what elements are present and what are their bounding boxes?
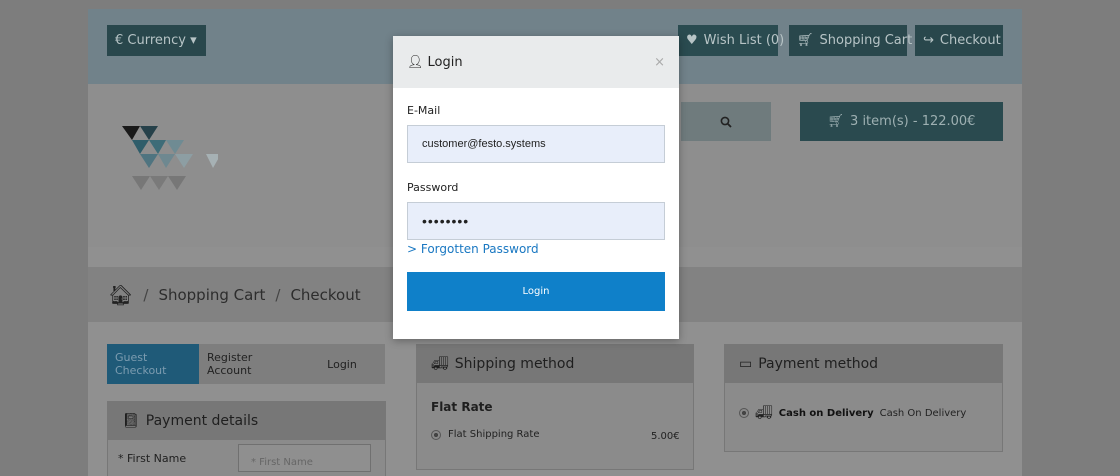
checkout-tabs: Guest Checkout Register Account Login [107, 344, 385, 384]
cart-icon: 🛒︎ [827, 114, 845, 129]
tab-login[interactable]: Login [299, 344, 385, 384]
payment-details-title: Payment details [145, 413, 259, 429]
search-button[interactable] [681, 102, 771, 141]
user-icon: 👤︎ [407, 54, 424, 70]
book-icon: 📓︎ [122, 413, 140, 429]
cart-icon: 🛒︎ [797, 33, 814, 48]
shipping-method-panel: 🚚︎ Shipping method Flat Rate Flat Shippi… [416, 344, 694, 470]
credit-card-icon: ▭ [739, 356, 753, 372]
shopping-cart-button[interactable]: 🛒︎ Shopping Cart [789, 25, 912, 56]
shipping-option-price: 5.00€ [651, 431, 680, 442]
truck-icon: 🚚︎ [431, 356, 449, 372]
shopping-cart-label: Shopping Cart [819, 33, 913, 48]
login-title: Login [427, 54, 463, 70]
heart-icon: ♥ [686, 33, 698, 48]
cart-summary: 3 item(s) - 122.00€ [850, 114, 976, 129]
shipping-method-title: Shipping method [454, 356, 575, 372]
forgotten-password-link[interactable]: > Forgotten Password [407, 242, 539, 256]
checkout-label: Checkout [939, 33, 1001, 48]
breadcrumb-item-shopping-cart[interactable]: Shopping Cart [158, 286, 265, 304]
shipping-option-label: Flat Shipping Rate [448, 429, 540, 440]
payment-option[interactable]: 🚚︎ Cash on Delivery Cash On Delivery [739, 405, 966, 421]
password-label: Password [407, 181, 459, 194]
cash-on-delivery-logo-text: Cash on Delivery [778, 407, 874, 419]
password-field[interactable] [407, 202, 665, 240]
currency-label: € Currency ▾ [115, 33, 197, 48]
shipping-option[interactable]: Flat Shipping Rate [431, 429, 540, 440]
payment-method-header: ▭ Payment method [725, 345, 1002, 383]
tab-register-account[interactable]: Register Account [199, 344, 299, 384]
wishlist-label: Wish List (0) [703, 33, 785, 48]
payment-method-title: Payment method [758, 356, 879, 372]
first-name-label: * First Name [118, 452, 187, 465]
login-modal: 👤︎ Login × E-Mail Password > Forgotten P… [393, 36, 679, 339]
login-button[interactable]: Login [407, 272, 665, 311]
payment-details-header: 📓︎ Payment details [108, 402, 385, 440]
search-icon [720, 116, 732, 128]
breadcrumb-separator: / [275, 285, 281, 304]
radio-selected-icon[interactable] [739, 408, 749, 418]
cart-summary-button[interactable]: 🛒︎ 3 item(s) - 122.00€ [800, 102, 1003, 141]
shipping-method-header: 🚚︎ Shipping method [417, 345, 693, 383]
payment-method-panel: ▭ Payment method 🚚︎ Cash on Delivery Cas… [724, 344, 1003, 452]
first-name-input[interactable]: * First Name [238, 444, 371, 472]
home-icon[interactable]: 🏠︎ [108, 283, 133, 307]
breadcrumb-separator: / [143, 285, 149, 304]
checkout-button[interactable]: ↪ Checkout [915, 25, 1003, 56]
radio-selected-icon[interactable] [431, 429, 441, 440]
breadcrumb-item-checkout[interactable]: Checkout [290, 286, 360, 304]
email-field[interactable] [407, 125, 665, 163]
cash-delivery-logo-icon: 🚚︎ [755, 405, 773, 421]
share-arrow-icon: ↪ [923, 33, 934, 48]
login-modal-header: 👤︎ Login × [393, 36, 679, 88]
login-modal-title: 👤︎ Login [407, 55, 463, 70]
email-label: E-Mail [407, 104, 441, 117]
wishlist-button[interactable]: ♥ Wish List (0) [678, 25, 784, 56]
store-logo [122, 126, 218, 190]
payment-details-panel: 📓︎ Payment details * First Name * First … [107, 401, 386, 476]
close-icon[interactable]: × [654, 55, 665, 70]
flat-rate-title: Flat Rate [431, 400, 493, 414]
currency-button[interactable]: € Currency ▾ [107, 25, 206, 56]
tab-guest-checkout[interactable]: Guest Checkout [107, 344, 199, 384]
payment-option-label: Cash On Delivery [879, 407, 967, 419]
